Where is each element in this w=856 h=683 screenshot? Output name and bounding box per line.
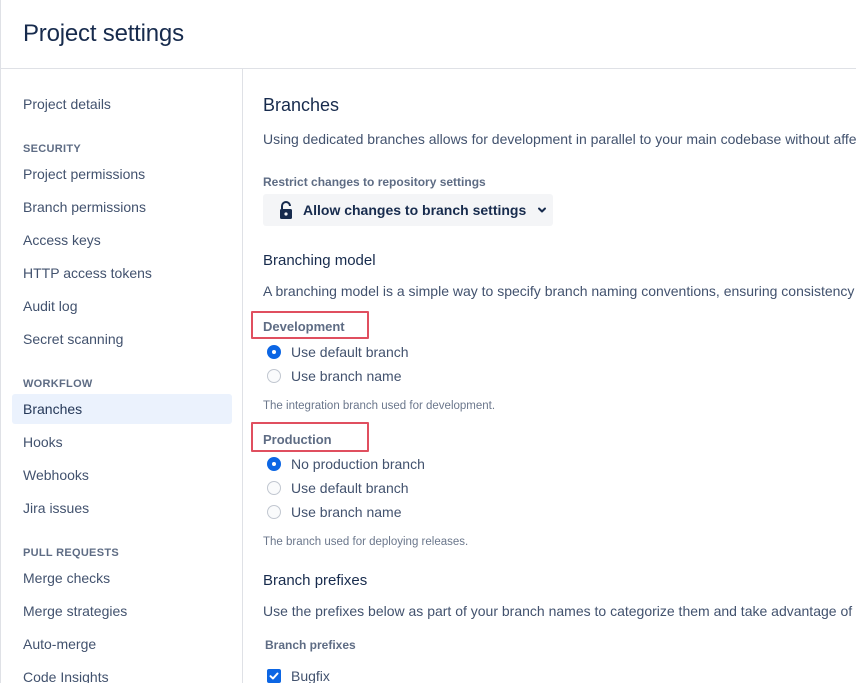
radio-label: Use branch name — [291, 368, 402, 384]
sidebar-section-workflow: WORKFLOW — [23, 378, 93, 390]
page-title: Project settings — [23, 20, 184, 47]
chevron-down-icon — [538, 207, 547, 213]
sidebar-item-audit-log[interactable]: Audit log — [12, 291, 232, 321]
sidebar-item-access-keys[interactable]: Access keys — [12, 225, 232, 255]
sidebar-item-code-insights[interactable]: Code Insights — [12, 662, 232, 683]
radio-unchecked-icon — [267, 481, 281, 495]
production-option-branch-name[interactable]: Use branch name — [267, 501, 402, 523]
radio-unchecked-icon — [267, 505, 281, 519]
restrict-changes-value: Allow changes to branch settings — [303, 202, 527, 218]
production-option-default-branch[interactable]: Use default branch — [267, 477, 409, 499]
settings-sidebar: Project details SECURITY Project permiss… — [1, 69, 243, 683]
sidebar-item-webhooks[interactable]: Webhooks — [12, 460, 232, 490]
sidebar-section-pull-requests: PULL REQUESTS — [23, 547, 119, 559]
sidebar-item-project-details[interactable]: Project details — [12, 89, 232, 119]
sidebar-item-http-access-tokens[interactable]: HTTP access tokens — [12, 258, 232, 288]
production-label: Production — [263, 432, 332, 447]
page-header: Project settings — [1, 0, 856, 69]
development-option-branch-name[interactable]: Use branch name — [267, 365, 402, 387]
branching-model-title: Branching model — [263, 252, 376, 269]
branches-intro-text: Using dedicated branches allows for deve… — [263, 131, 856, 147]
prefix-bugfix-checkbox[interactable]: Bugfix — [267, 665, 330, 683]
radio-unchecked-icon — [267, 369, 281, 383]
radio-checked-icon — [267, 345, 281, 359]
sidebar-item-merge-checks[interactable]: Merge checks — [12, 563, 232, 593]
sidebar-item-branches[interactable]: Branches — [12, 394, 232, 424]
sidebar-item-jira-issues[interactable]: Jira issues — [12, 493, 232, 523]
branch-prefixes-description: Use the prefixes below as part of your b… — [263, 603, 856, 619]
sidebar-item-secret-scanning[interactable]: Secret scanning — [12, 324, 232, 354]
sidebar-item-auto-merge[interactable]: Auto-merge — [12, 629, 232, 659]
branch-prefixes-label: Branch prefixes — [265, 638, 356, 652]
branches-settings-panel: Branches Using dedicated branches allows… — [243, 69, 856, 683]
restrict-changes-label: Restrict changes to repository settings — [263, 175, 486, 189]
project-settings-page: Project settings Project details SECURIT… — [0, 0, 856, 683]
radio-label: Use branch name — [291, 504, 402, 520]
production-option-none[interactable]: No production branch — [267, 453, 425, 475]
development-helper-text: The integration branch used for developm… — [263, 400, 496, 412]
sidebar-section-security: SECURITY — [23, 143, 82, 155]
sidebar-item-project-permissions[interactable]: Project permissions — [12, 159, 232, 189]
production-helper-text: The branch used for deploying releases. — [263, 536, 469, 548]
radio-label: Use default branch — [291, 344, 409, 360]
development-label: Development — [263, 319, 345, 334]
checkbox-label: Bugfix — [291, 668, 330, 683]
radio-checked-icon — [267, 457, 281, 471]
restrict-changes-dropdown[interactable]: Allow changes to branch settings — [263, 194, 553, 226]
checkbox-checked-icon — [267, 669, 281, 683]
development-option-default-branch[interactable]: Use default branch — [267, 341, 409, 363]
unlock-icon — [280, 201, 292, 219]
radio-label: No production branch — [291, 456, 425, 472]
sidebar-item-hooks[interactable]: Hooks — [12, 427, 232, 457]
section-title-branches: Branches — [263, 95, 340, 115]
branching-model-description: A branching model is a simple way to spe… — [263, 283, 856, 299]
sidebar-item-merge-strategies[interactable]: Merge strategies — [12, 596, 232, 626]
radio-label: Use default branch — [291, 480, 409, 496]
sidebar-item-branch-permissions[interactable]: Branch permissions — [12, 192, 232, 222]
branch-prefixes-title: Branch prefixes — [263, 572, 368, 589]
